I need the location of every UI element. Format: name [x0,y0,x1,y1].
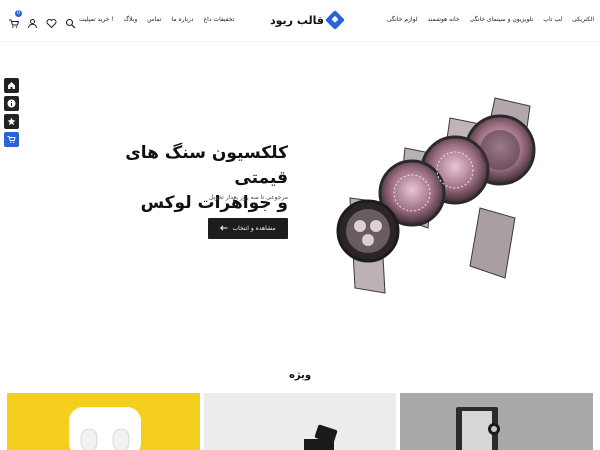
search-icon[interactable] [65,14,76,29]
earbuds-image [69,407,141,450]
nav-item-contact[interactable]: تماس [147,16,161,23]
side-cart-button[interactable] [4,132,19,147]
product-card-coffee-maker[interactable] [400,393,594,450]
product-card-earbuds[interactable] [7,393,200,450]
side-quick-bar [4,78,19,150]
hero-watches-image [336,97,536,294]
nav-item-hot-deals[interactable]: تخفیفات داغ [204,16,235,23]
star-icon [7,117,16,126]
header-icons: 0 [8,10,76,29]
hero-cta-button[interactable]: مشاهده و انتخاب [208,218,288,239]
nav-item-electric[interactable]: الکتریکی [572,16,594,23]
gadget-image [303,424,337,450]
info-icon [7,99,16,108]
main-nav: الکتریکی لپ تاپ تلویزیون و سینمای خانگی … [387,16,594,23]
logo-text: قالب ریود [270,13,324,27]
side-info-button[interactable] [4,96,19,111]
hero-cta-label: مشاهده و انتخاب [232,225,276,232]
nav-item-appliances[interactable]: لوازم خانگی [387,16,418,23]
arrow-left-icon [220,224,228,233]
site-header: الکتریکی لپ تاپ تلویزیون و سینمای خانگی … [0,0,600,42]
site-logo[interactable]: قالب ریود [270,10,345,30]
nav-item-buy-template[interactable]: خرید تمپلیت ! [79,16,114,23]
featured-section-title: ویژه [288,370,312,381]
secondary-nav: تخفیفات داغ درباره ما تماس وبلاگ خرید تم… [79,16,234,23]
cart-icon [7,136,16,143]
hero-title-line-1: کلکسیون سنگ های قیمتی [125,143,288,188]
side-home-button[interactable] [4,78,19,93]
cart-icon[interactable]: 0 [8,10,22,28]
product-card-gadget[interactable] [203,393,397,450]
cart-count-badge: 0 [15,10,22,17]
featured-products [7,393,594,450]
nav-item-blog[interactable]: وبلاگ [124,16,138,23]
side-star-button[interactable] [4,114,19,129]
nav-item-smart-home[interactable]: خانه هوشمند [428,16,460,23]
coffee-maker-image [456,407,501,450]
logo-mark-icon [325,10,345,30]
user-icon[interactable] [27,14,38,29]
hero-title: کلکسیون سنگ های قیمتی و جواهرات لوکس [120,141,288,216]
nav-item-tv[interactable]: تلویزیون و سینمای خانگی [470,16,534,23]
heart-icon[interactable] [46,14,57,29]
hero-subtitle: مرجوعی تا سه روز بعداز تحویل [208,194,288,201]
nav-item-laptop[interactable]: لپ تاپ [543,16,562,23]
home-icon [8,82,15,89]
nav-item-about[interactable]: درباره ما [172,16,194,23]
